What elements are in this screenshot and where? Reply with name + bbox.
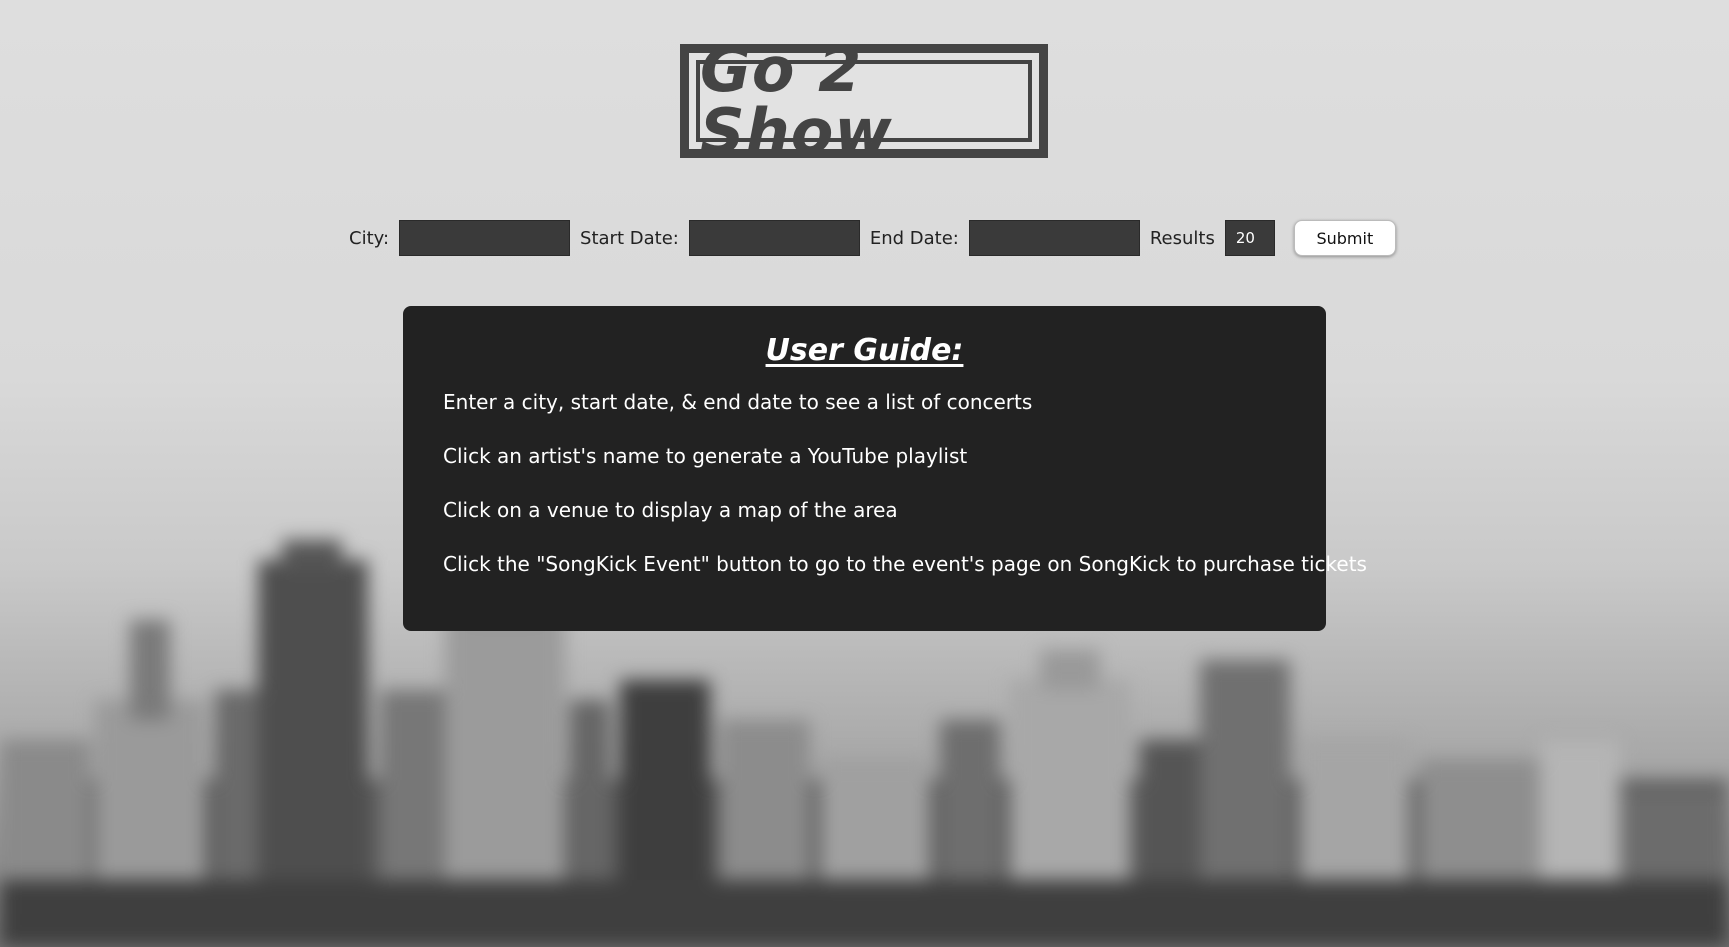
logo: Go 2 Show xyxy=(680,39,1048,163)
user-guide-title: User Guide: xyxy=(765,333,964,368)
start-date-input[interactable] xyxy=(688,220,860,256)
submit-button[interactable]: Submit xyxy=(1293,220,1396,256)
logo-inner-frame: Go 2 Show xyxy=(696,39,1032,163)
guide-item: Enter a city, start date, & end date to … xyxy=(443,390,1033,414)
end-date-input[interactable] xyxy=(968,220,1140,256)
logo-text: Go 2 Show xyxy=(700,33,893,168)
results-input[interactable] xyxy=(1224,220,1275,256)
start-date-label: Start Date: xyxy=(580,227,679,249)
guide-item: Click on a venue to display a map of the… xyxy=(443,498,898,522)
end-date-label: End Date: xyxy=(869,227,959,249)
user-guide-panel: User Guide: Enter a city, start date, & … xyxy=(403,306,1367,631)
results-label: Results xyxy=(1149,227,1215,249)
city-input[interactable] xyxy=(399,220,571,256)
guide-item: Click the "SongKick Event" button to go … xyxy=(443,552,1367,576)
search-form: City: Start Date: End Date: Results Subm… xyxy=(349,220,1396,256)
city-label: City: xyxy=(349,227,390,249)
guide-item: Click an artist's name to generate a You… xyxy=(443,444,968,468)
